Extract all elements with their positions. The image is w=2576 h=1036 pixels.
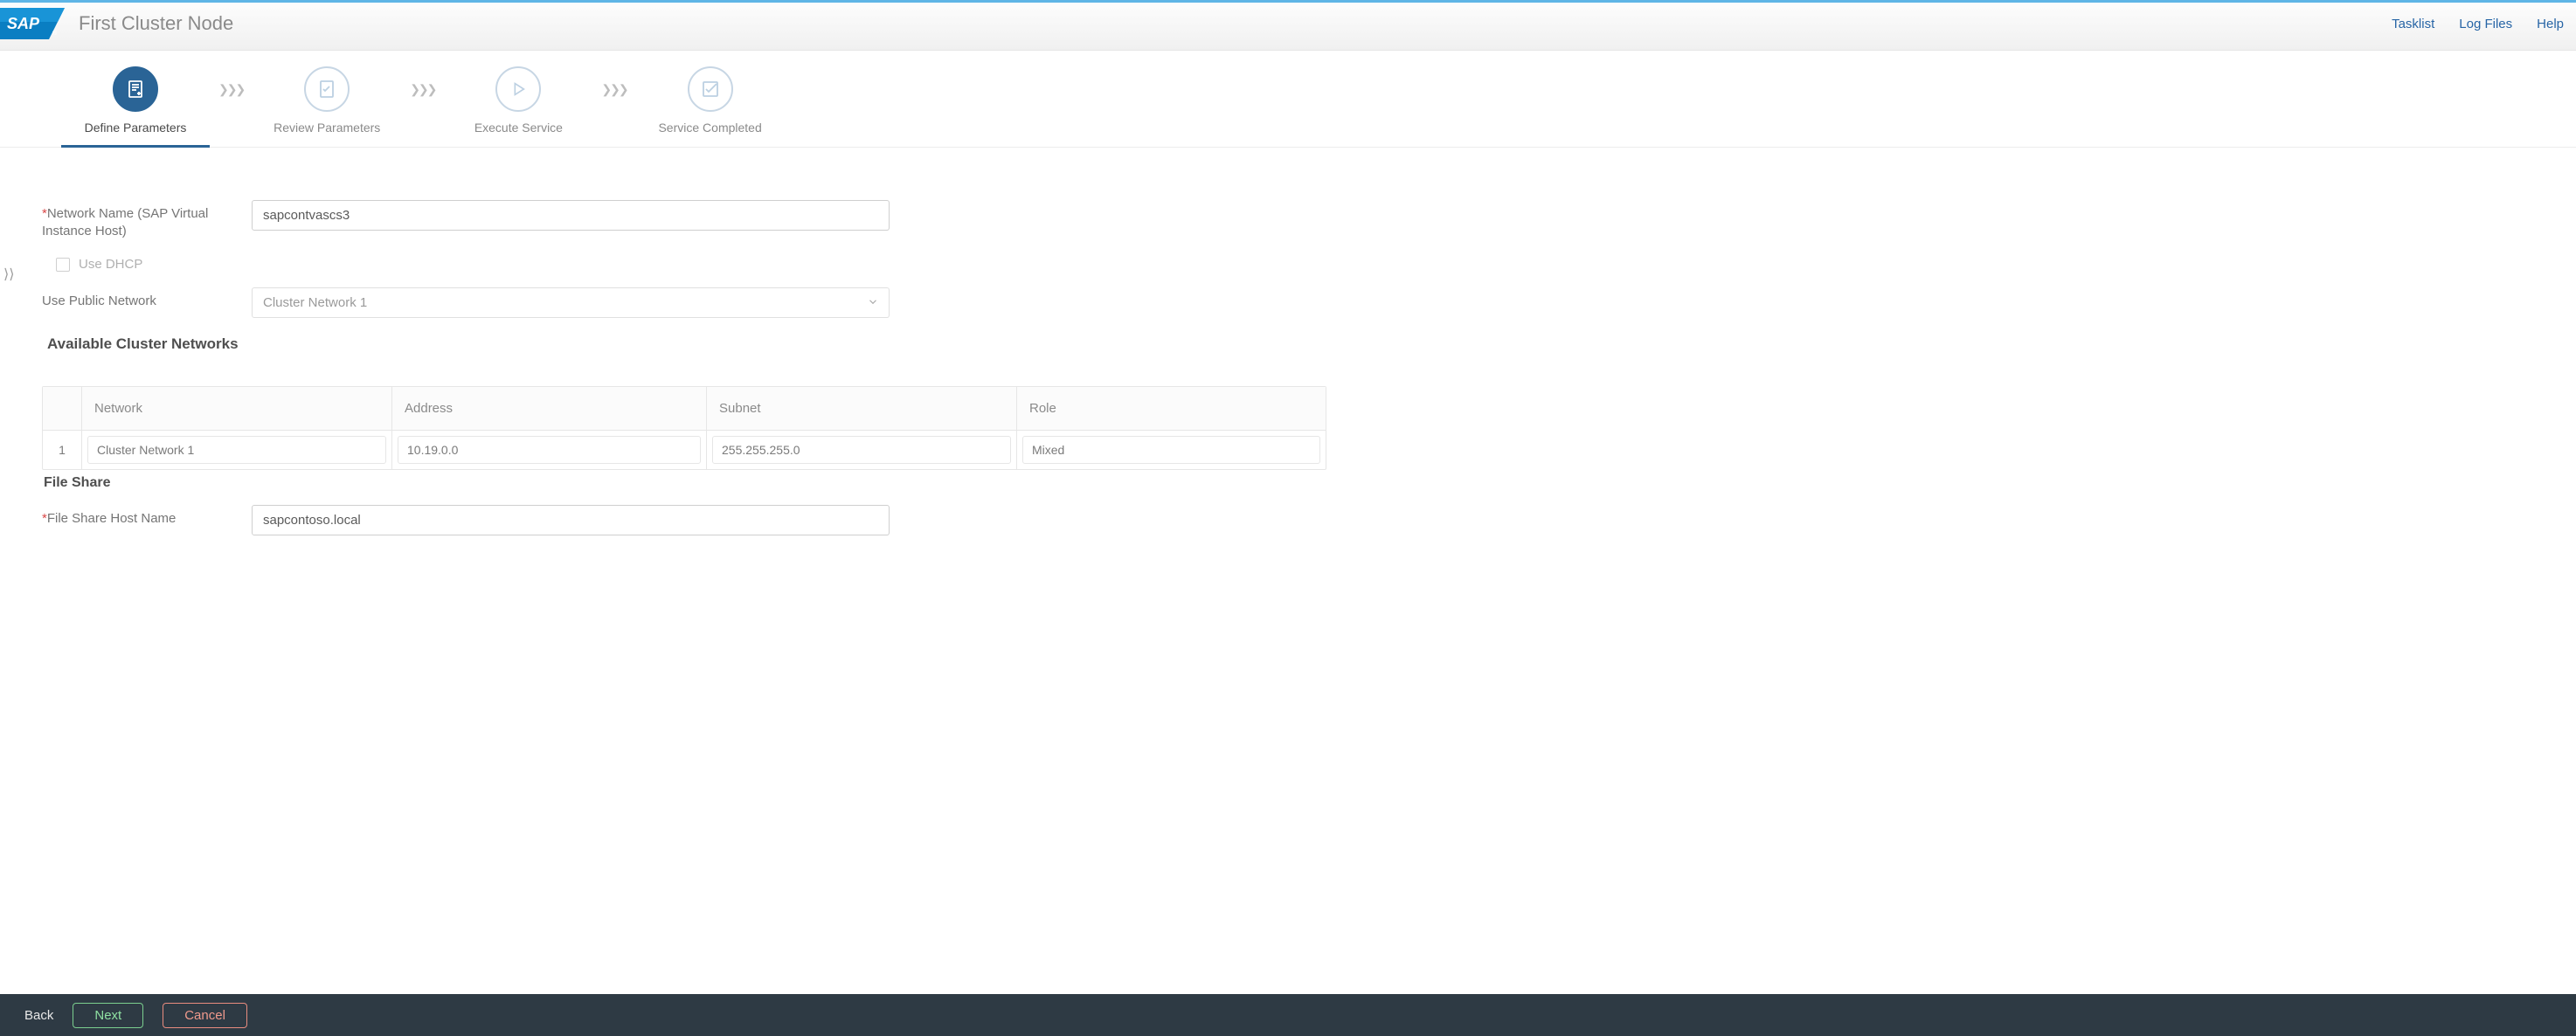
step-execute-service[interactable]: Execute Service xyxy=(444,66,592,135)
use-dhcp-checkbox[interactable]: Use DHCP xyxy=(56,257,891,272)
document-plus-icon xyxy=(113,66,158,112)
network-cell[interactable] xyxy=(87,436,386,464)
use-public-network-select[interactable]: Cluster Network 1 xyxy=(252,287,890,318)
step-service-completed[interactable]: Service Completed xyxy=(636,66,785,135)
col-role: Role xyxy=(1016,387,1326,431)
chevrons-icon: ❯❯❯ xyxy=(410,82,435,97)
chevrons-icon: ❯❯❯ xyxy=(601,82,627,97)
page-title: First Cluster Node xyxy=(79,12,233,35)
subnet-cell[interactable] xyxy=(712,436,1011,464)
available-networks-title: Available Cluster Networks xyxy=(47,335,891,353)
app-header: SAP ® First Cluster Node Tasklist Log Fi… xyxy=(0,3,2576,51)
use-public-network-label: Use Public Network xyxy=(42,287,252,310)
row-index: 1 xyxy=(43,431,81,469)
step-label: Execute Service xyxy=(474,121,563,135)
logfiles-link[interactable]: Log Files xyxy=(2459,17,2512,31)
checkbox-icon xyxy=(56,258,70,272)
sap-logo: SAP ® xyxy=(0,8,65,39)
step-label: Review Parameters xyxy=(274,121,380,135)
file-share-host-input[interactable] xyxy=(252,505,890,535)
tasklist-link[interactable]: Tasklist xyxy=(2392,17,2434,31)
cluster-networks-table: Network Address Subnet Role 1 xyxy=(42,386,1326,470)
expand-drawer-icon[interactable]: ⟩⟩ xyxy=(0,262,17,287)
action-footer: Back Next Cancel xyxy=(0,994,2576,1036)
back-button[interactable]: Back xyxy=(24,1008,53,1023)
step-review-parameters[interactable]: Review Parameters xyxy=(253,66,401,135)
col-subnet: Subnet xyxy=(706,387,1016,431)
step-label: Define Parameters xyxy=(85,121,187,135)
help-link[interactable]: Help xyxy=(2537,17,2564,31)
play-icon xyxy=(495,66,541,112)
wizard-stepper: Define Parameters ❯❯❯ Review Parameters … xyxy=(0,51,2576,148)
file-share-host-label: *File Share Host Name xyxy=(42,505,252,528)
next-button[interactable]: Next xyxy=(73,1003,143,1028)
col-address: Address xyxy=(391,387,706,431)
col-index xyxy=(43,387,81,431)
col-network: Network xyxy=(81,387,391,431)
svg-text:®: ® xyxy=(52,30,58,37)
document-check-icon xyxy=(304,66,350,112)
network-name-label: *Network Name (SAP Virtual Instance Host… xyxy=(42,200,252,239)
checkbox-icon xyxy=(688,66,733,112)
address-cell[interactable] xyxy=(398,436,701,464)
use-dhcp-label: Use DHCP xyxy=(79,257,142,272)
cancel-button[interactable]: Cancel xyxy=(163,1003,247,1028)
file-share-title: File Share xyxy=(44,475,2541,491)
step-label: Service Completed xyxy=(658,121,761,135)
table-row: 1 xyxy=(43,431,1326,469)
network-name-input[interactable] xyxy=(252,200,890,231)
svg-text:SAP: SAP xyxy=(7,15,40,32)
step-define-parameters[interactable]: Define Parameters xyxy=(61,66,210,148)
chevrons-icon: ❯❯❯ xyxy=(218,82,244,97)
role-cell[interactable] xyxy=(1022,436,1320,464)
